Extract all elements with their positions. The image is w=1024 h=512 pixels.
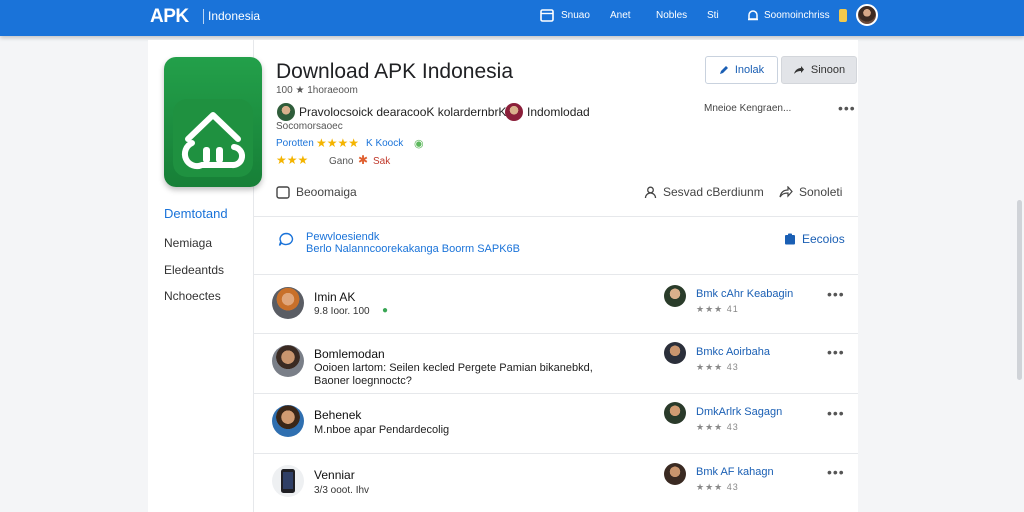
divider [254,274,858,275]
reply-name[interactable]: DmkArlrk Sagagn [696,406,782,418]
divider [254,216,858,217]
notice-button[interactable]: Eecoios [784,232,845,246]
user-avatar[interactable] [856,4,878,26]
clipboard-icon [785,233,795,245]
reply-avatar[interactable] [664,463,686,485]
chat-icon [278,232,294,246]
reviewer-name[interactable]: Behenek [314,408,361,422]
brand-subtitle[interactable]: Indonesia [208,9,260,23]
phone-icon [281,469,295,493]
reply-name[interactable]: Bmkc Aoirbaha [696,346,770,358]
edit-button[interactable]: Inolak [705,56,778,84]
rating2-label: Gano [329,156,354,167]
tag-avatar[interactable] [505,103,523,121]
reply-avatar[interactable] [664,402,686,424]
rating2-text: Sak [373,156,391,167]
bell-icon[interactable] [746,9,760,22]
divider [254,333,858,334]
rating-stars: ★★★★ [316,136,360,150]
reply-name[interactable]: Bmk AF kahagn [696,466,774,478]
sidebar-item-download[interactable]: Demtotand [164,206,228,221]
author-tag[interactable]: Indomlodad [527,105,590,119]
share-icon [779,186,793,198]
notice-text: Berlo Nalanncoorekakanga Boorm SAPK6B [306,243,521,255]
reviewer-avatar[interactable] [272,405,304,437]
sidebar-item-4[interactable]: Nchoectes [164,289,221,303]
bookmark-action-label: Beoomaiga [296,185,357,199]
rating2-stars: ★★★ [276,153,309,167]
reply-stars: ★★★ 43 [696,362,739,372]
app-icon [164,57,262,187]
verified-icon: ◉ [414,138,424,150]
more-options-icon[interactable]: ••• [827,464,845,480]
notice-title: Pewvloesiendk [306,231,380,243]
reply-avatar[interactable] [664,342,686,364]
rating-text: K Koock [366,138,404,149]
nav-link-1[interactable]: Snuao [561,10,590,21]
nav-link-2[interactable]: Anet [610,10,631,21]
page-scrollbar[interactable] [1017,200,1022,380]
share-action[interactable]: Sonoleti [779,185,842,199]
reviewer-name[interactable]: Venniar [314,468,355,482]
reply-stars: ★★★ 41 [696,304,739,314]
more-options-icon[interactable]: ••• [838,100,856,116]
share-button-label: Sinoon [810,64,846,76]
reviewer-avatar[interactable] [272,465,304,497]
divider [254,453,858,454]
bookmark-action[interactable]: Beoomaiga [276,185,357,199]
house-icon [181,112,245,170]
reply-name[interactable]: Bmk cAhr Keabagin [696,288,793,300]
nav-link-4[interactable]: Sti [707,10,719,21]
review-meta: 9.8 Ioor. 100 [314,306,370,317]
sidebar-item-2[interactable]: Nemiaga [164,236,212,250]
top-navigation-bar: APK Indonesia Snuao Anet Nobles Sti Soom… [0,0,1024,36]
brand-logo[interactable]: APK [150,6,189,28]
verified-icon: ● [382,305,389,316]
reviewer-avatar[interactable] [272,287,304,319]
more-options-icon[interactable]: ••• [827,286,845,302]
nav-link-3[interactable]: Nobles [656,10,687,21]
notifications-label[interactable]: Soomoinchriss [764,10,830,21]
sidebar-item-3[interactable]: Eledeantds [164,263,224,277]
brand-divider [203,9,204,24]
window-icon[interactable] [540,9,554,22]
edit-button-label: Inolak [734,64,765,76]
reviewer-avatar[interactable] [272,345,304,377]
more-options-icon[interactable]: ••• [827,344,845,360]
divider [254,393,858,394]
reply-avatar[interactable] [664,285,686,307]
share-button[interactable]: Sinoon [781,56,857,84]
more-options-icon[interactable]: ••• [827,405,845,421]
leaf-icon: ✱ [358,153,369,167]
save-action-label: Sesvad cBerdiunm [663,185,764,199]
save-action[interactable]: Sesvad cBerdiunm [644,185,764,199]
notification-badge [839,9,847,22]
review-text: M.nboe apar Pendardecolig [314,424,450,436]
side-note: Mneioe Kengraen... [704,103,792,114]
reply-stars: ★★★ 43 [696,422,739,432]
reply-stars: ★★★ 43 [696,482,739,492]
author-avatar[interactable] [277,103,295,121]
author-line[interactable]: Pravolocsoick dearacooK kolardernbrK [299,105,506,119]
review-meta: 3/3 ooot. Ihv [314,485,370,496]
share-action-label: Sonoleti [799,185,843,199]
download-count: 100 ★ 1horaeoom [276,85,358,96]
reviewer-name[interactable]: Imin AK [314,290,355,304]
share-arrow-icon [793,66,804,74]
sub-line: Socomorsaoec [276,121,343,132]
pencil-icon [719,66,728,74]
review-text: Ooioen lartom: Seilen kecled Pergete Pam… [314,362,593,374]
reviewer-name[interactable]: Bomlemodan [314,347,385,361]
user-icon [644,186,657,198]
notice-button-label: Eecoios [802,232,845,246]
rating-label: Porotten [276,138,314,149]
message-icon [276,185,290,199]
review-text-line2: Baoner loegnnoctc? [314,375,412,387]
page-title: Download APK Indonesia [276,60,513,83]
